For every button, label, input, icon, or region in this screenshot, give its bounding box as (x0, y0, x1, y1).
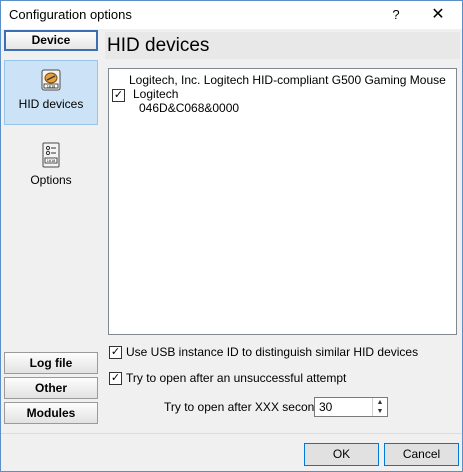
nav-modules-button[interactable]: Modules (4, 402, 98, 424)
footer-divider (1, 433, 462, 434)
stepper-buttons: ▲ ▼ (372, 398, 387, 416)
cancel-button[interactable]: Cancel (384, 443, 459, 466)
stepper-down-icon[interactable]: ▼ (373, 407, 387, 416)
stepper-up-icon[interactable]: ▲ (373, 398, 387, 407)
nav-device-header[interactable]: Device (4, 30, 98, 51)
nav-other-button[interactable]: Other (4, 377, 98, 399)
usb-instance-label[interactable]: Use USB instance ID to distinguish simil… (126, 345, 418, 359)
nav-item-hid-devices[interactable]: 1010 HID devices (4, 60, 98, 125)
category-nav: Device 1010 HID devices 1010 Options Log… (1, 29, 102, 427)
tree-device-name[interactable]: Logitech, Inc. Logitech HID-compliant G5… (129, 73, 446, 87)
page-title: HID devices (105, 32, 460, 59)
nav-log-file-button[interactable]: Log file (4, 352, 98, 374)
retry-seconds-stepper[interactable]: 30 ▲ ▼ (314, 397, 388, 417)
retry-seconds-value[interactable]: 30 (319, 400, 332, 414)
nav-item-options[interactable]: 1010 Options (4, 141, 98, 193)
help-button[interactable]: ? (373, 1, 419, 29)
options-icon: 1010 (42, 142, 60, 168)
nav-item-label: Options (30, 173, 72, 187)
vendor-checkbox[interactable]: ✓ (112, 89, 125, 102)
ok-button[interactable]: OK (304, 443, 379, 466)
usb-instance-checkbox[interactable]: ✓ (109, 346, 122, 359)
configuration-window: Configuration options ? ✕ Device 1010 HI… (0, 0, 463, 472)
title-bar: Configuration options ? ✕ (1, 1, 462, 29)
close-button[interactable]: ✕ (415, 1, 461, 29)
svg-text:1010: 1010 (47, 159, 55, 163)
retry-seconds-label: Try to open after XXX seconds (164, 400, 327, 414)
retry-checkbox[interactable]: ✓ (109, 372, 122, 385)
svg-text:1010: 1010 (47, 85, 55, 89)
hid-device-tree[interactable]: Logitech, Inc. Logitech HID-compliant G5… (108, 68, 457, 335)
hid-device-icon: 1010 (41, 69, 61, 91)
retry-label[interactable]: Try to open after an unsuccessful attemp… (126, 371, 346, 385)
tree-device-id[interactable]: 046D&C068&0000 (139, 101, 239, 115)
nav-item-label: HID devices (18, 97, 84, 111)
tree-vendor-label[interactable]: Logitech (133, 87, 178, 101)
window-title: Configuration options (9, 7, 132, 22)
